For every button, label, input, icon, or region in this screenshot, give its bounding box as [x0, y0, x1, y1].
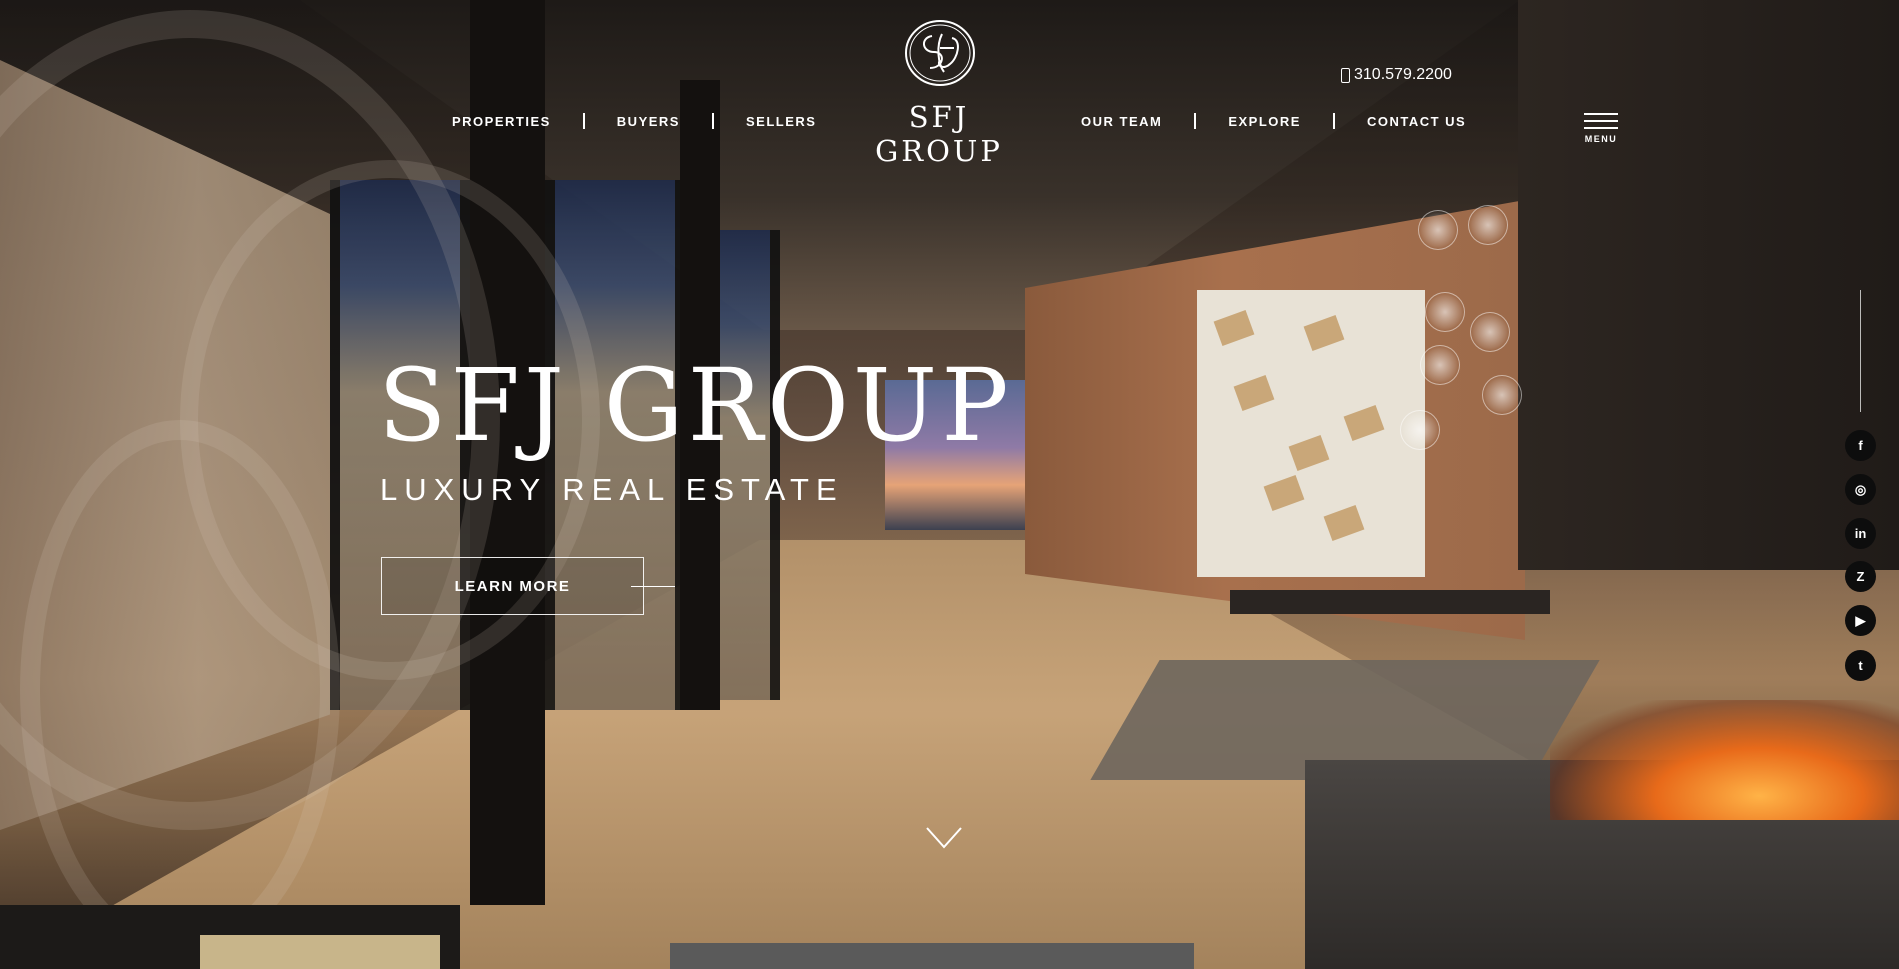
logo-monogram-icon[interactable]	[902, 18, 978, 88]
hero-background-artwork	[1197, 290, 1425, 577]
nav-item-explore[interactable]: EXPLORE	[1228, 114, 1301, 129]
hero-background-table	[1230, 590, 1550, 614]
logo-wordmark[interactable]: SFJ GROUP	[844, 100, 1034, 168]
nav-divider	[582, 113, 585, 129]
hero-background-light	[1482, 375, 1522, 415]
hero-section: SFJ GROUP PROPERTIES BUYERS SELLERS OUR …	[0, 0, 1899, 969]
bottom-left-preview	[0, 905, 460, 969]
nav-right: OUR TEAM EXPLORE CONTACT US	[1081, 113, 1466, 129]
facebook-icon[interactable]: f	[1845, 430, 1876, 461]
social-rail-line	[1860, 290, 1861, 412]
learn-more-button[interactable]: LEARN MORE	[381, 557, 644, 615]
phone-icon	[1341, 67, 1350, 83]
phone-number: 310.579.2200	[1354, 66, 1452, 83]
hero-watermark-swirl	[20, 420, 340, 960]
youtube-icon[interactable]: ▶	[1845, 605, 1876, 636]
hamburger-icon	[1584, 113, 1618, 115]
hero-background-glass	[710, 230, 780, 700]
twitter-icon[interactable]: t	[1845, 650, 1876, 681]
hero-background-light	[1418, 210, 1458, 250]
hamburger-icon	[1584, 120, 1618, 122]
nav-item-sellers[interactable]: SELLERS	[746, 114, 816, 129]
bottom-center-preview	[670, 943, 1194, 969]
learn-more-accent-line	[631, 586, 675, 587]
nav-left: PROPERTIES BUYERS SELLERS	[452, 113, 816, 129]
nav-item-buyers[interactable]: BUYERS	[617, 114, 680, 129]
nav-item-our-team[interactable]: OUR TEAM	[1081, 114, 1162, 129]
nav-divider	[711, 113, 714, 129]
hero-background-light	[1468, 205, 1508, 245]
hero-subtitle: LUXURY REAL ESTATE	[380, 472, 844, 507]
zillow-icon[interactable]: Z	[1845, 561, 1876, 592]
nav-divider	[1332, 113, 1335, 129]
instagram-icon[interactable]: ◎	[1845, 474, 1876, 505]
hero-background-light	[1420, 345, 1460, 385]
menu-button[interactable]: MENU	[1584, 113, 1618, 144]
phone-link[interactable]: 310.579.2200	[1341, 66, 1452, 84]
menu-label: MENU	[1584, 134, 1618, 144]
hero-background-light	[1470, 312, 1510, 352]
hero-background-light	[1400, 410, 1440, 450]
hero-background-fire	[1550, 700, 1899, 820]
nav-divider	[1194, 113, 1197, 129]
hamburger-icon	[1584, 127, 1618, 129]
nav-item-contact-us[interactable]: CONTACT US	[1367, 114, 1466, 129]
hero-title: SFJ GROUP	[378, 347, 1013, 464]
hero-background-light	[1425, 292, 1465, 332]
linkedin-icon[interactable]: in	[1845, 518, 1876, 549]
chevron-down-icon[interactable]	[925, 826, 963, 850]
nav-item-properties[interactable]: PROPERTIES	[452, 114, 551, 129]
hero-background-column	[1518, 0, 1899, 570]
